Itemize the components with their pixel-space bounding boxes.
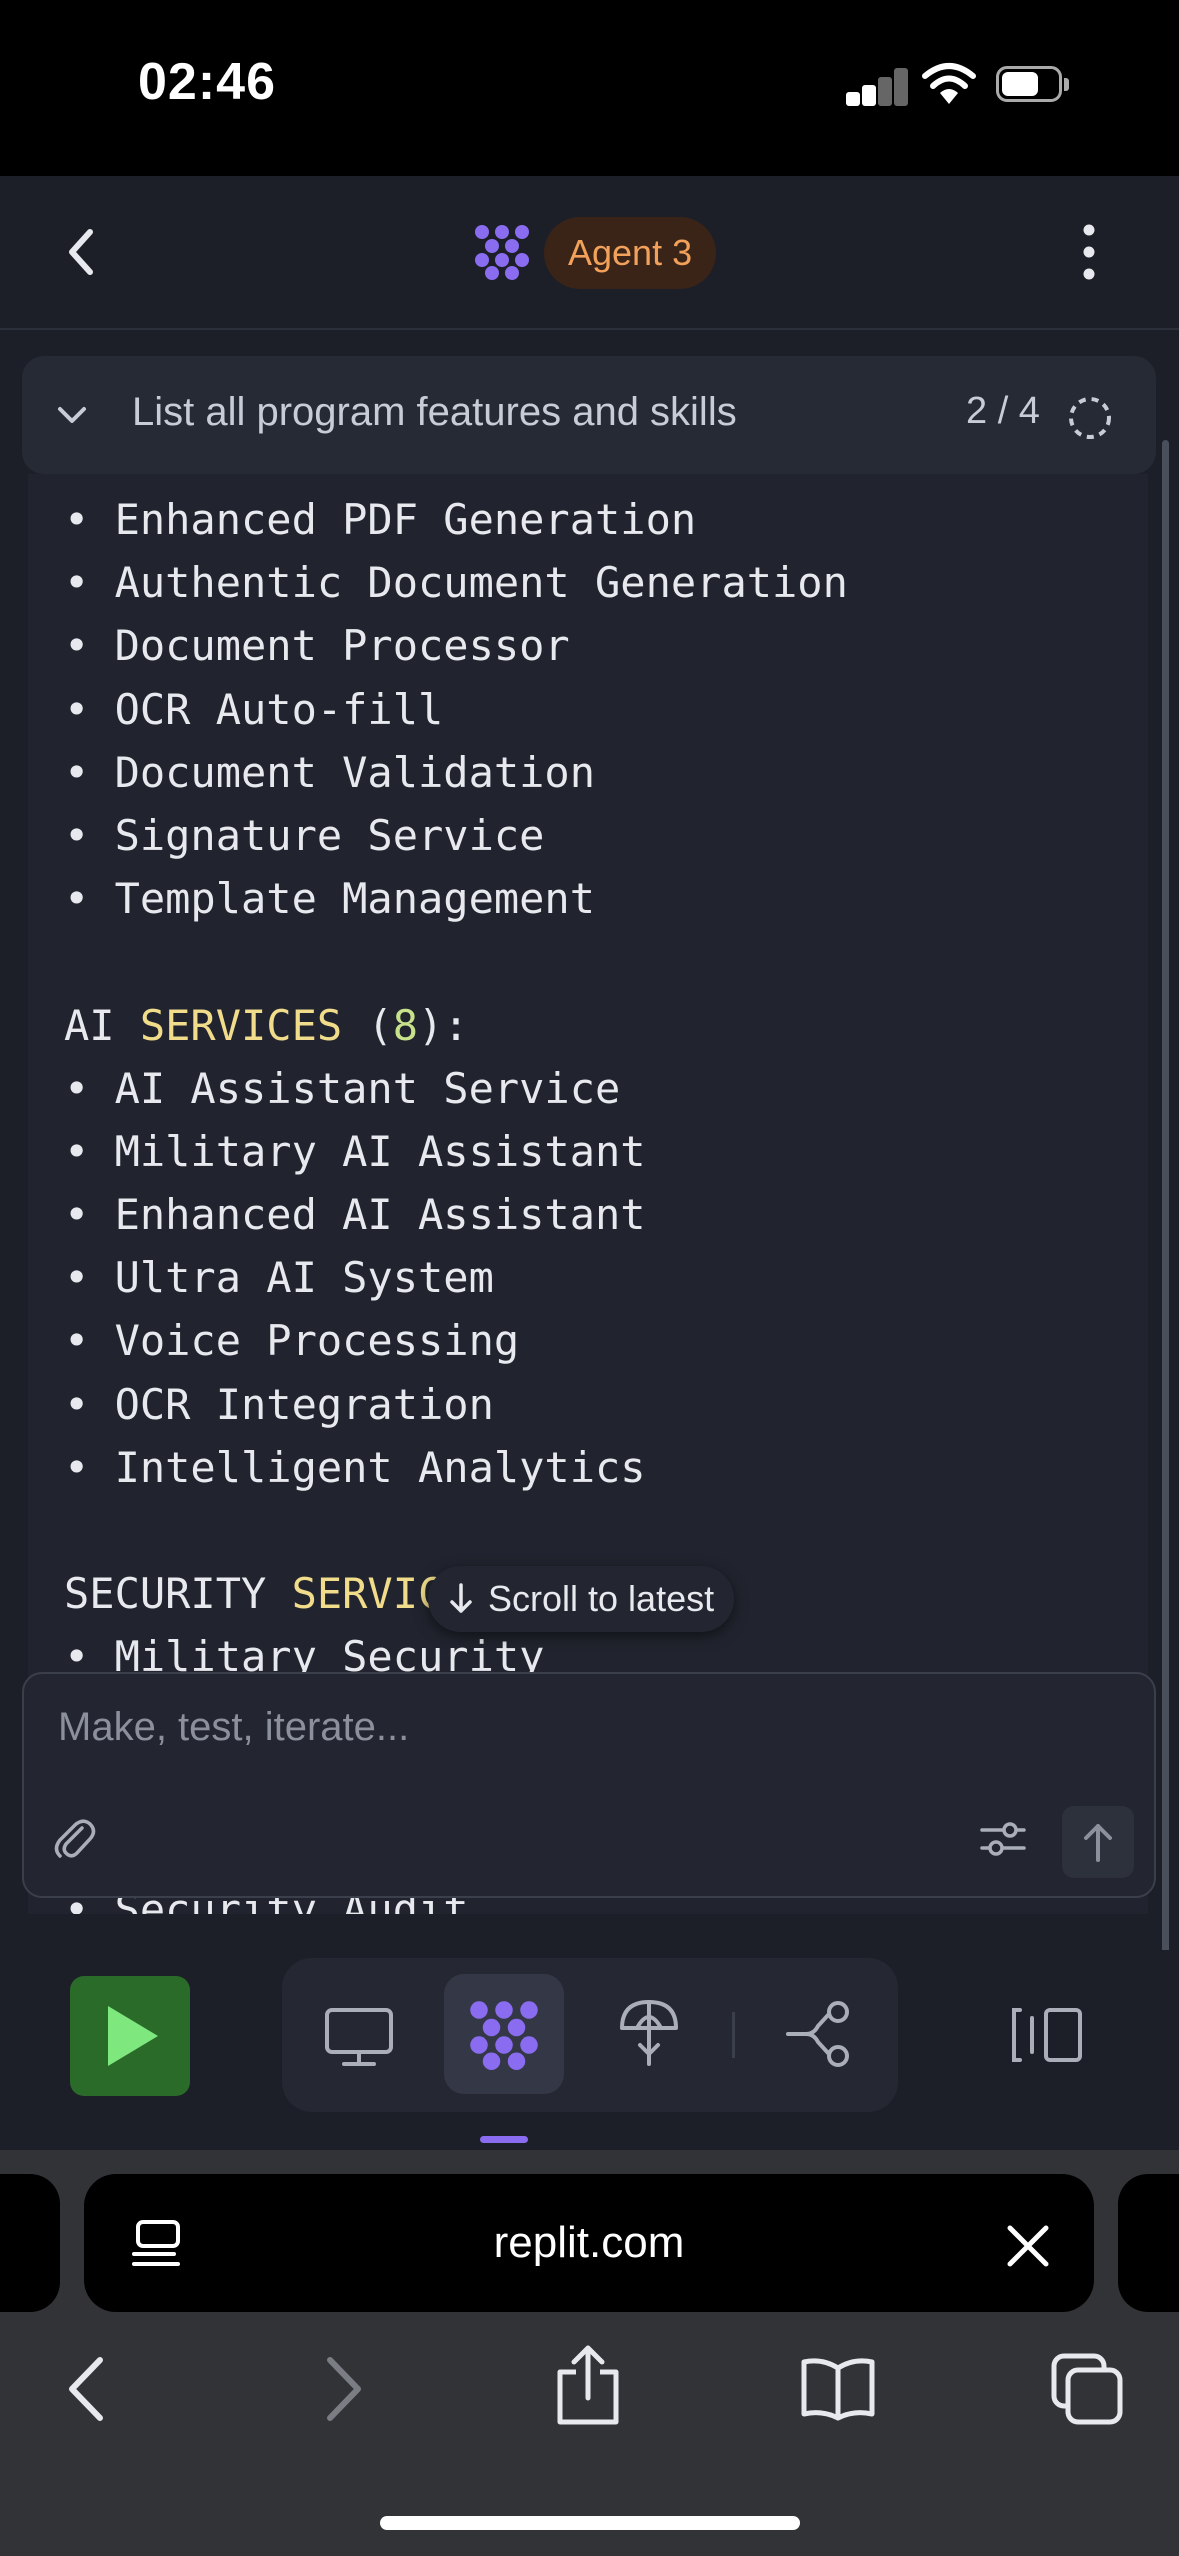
log-line: • Signature Service [64, 810, 545, 860]
reader-mode-icon[interactable] [130, 2218, 186, 2270]
settings-sliders-icon[interactable] [978, 1816, 1028, 1862]
browser-forward-icon [327, 2357, 361, 2421]
log-line: • Intelligent Analytics [64, 1442, 646, 1492]
scroll-to-latest-button[interactable]: Scroll to latest [428, 1566, 735, 1632]
prev-tab-peek[interactable] [0, 2174, 60, 2312]
toolbar-divider [732, 2012, 735, 2058]
log-line: • Document Validation [64, 747, 596, 797]
log-line: • OCR Auto-fill [64, 684, 444, 734]
bookmarks-icon[interactable] [798, 2356, 878, 2422]
deploy-icon[interactable] [614, 1996, 684, 2072]
chevron-down-icon[interactable] [52, 400, 92, 430]
log-line: • Authentic Document Generation [64, 558, 848, 608]
next-tab-peek[interactable] [1118, 2174, 1179, 2312]
close-icon[interactable] [1004, 2222, 1052, 2270]
browser-back-icon[interactable] [62, 2354, 112, 2424]
log-line: • Ultra AI System [64, 1253, 494, 1303]
wifi-icon [922, 63, 976, 104]
scrollbar[interactable] [1162, 440, 1169, 2140]
log-line: • Military AI Assistant [64, 1126, 646, 1176]
log-line: • AI Assistant Service [64, 1063, 621, 1113]
arrow-down-icon [450, 1583, 472, 1614]
share-icon[interactable] [552, 2342, 624, 2428]
attach-paperclip-icon[interactable] [50, 1814, 98, 1864]
git-branch-icon[interactable] [784, 1998, 854, 2070]
run-button[interactable] [70, 1976, 190, 2096]
prompt-input[interactable] [56, 1694, 1020, 1760]
log-line: • Enhanced AI Assistant [64, 1190, 646, 1240]
task-title: List all program features and skills [132, 390, 737, 434]
log-line [64, 1499, 848, 1562]
panels-toggle-icon[interactable] [1010, 2002, 1086, 2068]
scroll-to-latest-label: Scroll to latest [488, 1578, 715, 1619]
agent-tab-icon [470, 2001, 538, 2070]
log-line: • Template Management [64, 874, 596, 924]
more-menu-icon[interactable] [1074, 222, 1104, 282]
send-button[interactable] [1062, 1806, 1134, 1878]
tabs-icon[interactable] [1050, 2352, 1124, 2426]
back-icon[interactable] [58, 222, 108, 282]
log-line: • Document Processor [64, 621, 570, 671]
log-line: • Enhanced PDF Generation [64, 495, 697, 544]
log-line [64, 930, 848, 993]
replit-agent-logo-icon [475, 225, 529, 280]
agent-badge[interactable]: Agent 3 [544, 217, 717, 289]
log-line: • Voice Processing [64, 1316, 520, 1366]
cellular-signal-icon [846, 68, 908, 106]
active-tab-indicator [480, 2136, 528, 2143]
task-counter: 2 / 4 [966, 390, 1040, 432]
progress-spinner-icon [1069, 397, 1111, 439]
status-time: 02:46 [138, 53, 276, 111]
log-line: • OCR Integration [64, 1379, 494, 1429]
log-line: AI SERVICES (8): [64, 1000, 469, 1050]
arrow-up-icon [1084, 1824, 1112, 1862]
composer [22, 1672, 1156, 1898]
home-indicator [380, 2516, 800, 2530]
battery-icon [996, 66, 1069, 104]
url-text[interactable]: replit.com [84, 2174, 1094, 2312]
preview-monitor-icon[interactable] [322, 2004, 396, 2070]
play-icon [108, 2006, 158, 2066]
